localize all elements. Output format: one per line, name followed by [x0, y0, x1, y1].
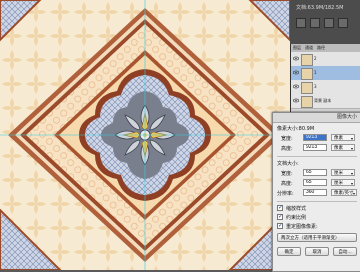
- resample-label: 重定图像像素:: [286, 224, 318, 230]
- width-label: 宽度:: [281, 136, 293, 142]
- layer-thumbnail: [301, 54, 313, 66]
- cancel-button[interactable]: 取消: [305, 247, 329, 256]
- layer-name: 3: [314, 84, 317, 89]
- doc-width-unit-select[interactable]: 厘米: [331, 169, 355, 177]
- doc-height-label: 高度:: [281, 181, 293, 187]
- tab-paths[interactable]: 路径: [315, 44, 327, 52]
- auto-button[interactable]: 自动...: [333, 247, 357, 256]
- layer-name: 背景 副本: [314, 98, 332, 103]
- layer-name: 2: [314, 56, 317, 61]
- doc-width-label: 宽度:: [281, 171, 293, 177]
- layers-panel: 图层 通道 路径 2 1 3 背景 副本: [290, 44, 360, 112]
- tile-artwork: [0, 0, 290, 270]
- constrain-proportions-checkbox[interactable]: [277, 213, 283, 220]
- doc-size-readout: 文档:63.9M/182.5M: [296, 5, 344, 11]
- eye-icon[interactable]: [293, 70, 299, 75]
- dialog-title: 图像大小: [273, 113, 360, 123]
- document-canvas[interactable]: [0, 0, 290, 270]
- pixel-dimensions-label: 像素大小:80.9M: [277, 126, 315, 132]
- layer-row[interactable]: 2: [291, 52, 360, 67]
- resolution-input[interactable]: [303, 189, 327, 196]
- panel-header-strip: 文档:63.9M/182.5M: [290, 0, 360, 44]
- pixel-height-input[interactable]: [303, 144, 327, 151]
- swatches-icon[interactable]: [324, 18, 334, 28]
- doc-height-unit-select[interactable]: 厘米: [331, 179, 355, 187]
- resolution-unit-select[interactable]: 像素/英寸: [331, 189, 357, 197]
- scale-styles-label: 缩放样式: [286, 206, 307, 212]
- doc-height-input[interactable]: [303, 179, 327, 186]
- resolution-label: 分辨率:: [277, 191, 294, 197]
- pixel-height-unit-select[interactable]: 像素: [331, 144, 355, 152]
- adjustments-icon[interactable]: [310, 18, 320, 28]
- layer-thumbnail: [301, 82, 313, 94]
- doc-width-input[interactable]: [303, 169, 327, 176]
- layers-panel-tabs: 图层 通道 路径: [291, 44, 360, 52]
- image-size-dialog: 图像大小 像素大小:80.9M 宽度: 像素 高度: 像素 文档大小: 宽度: …: [272, 112, 360, 272]
- ok-button[interactable]: 确定: [277, 247, 301, 256]
- document-size-label: 文档大小:: [277, 161, 299, 167]
- tab-channels[interactable]: 通道: [303, 44, 315, 52]
- eye-icon[interactable]: [293, 56, 299, 61]
- history-icon[interactable]: [296, 18, 306, 28]
- layer-thumbnail: [301, 68, 313, 80]
- scale-styles-checkbox[interactable]: [277, 204, 283, 211]
- constrain-proportions-label: 约束比例: [286, 215, 307, 221]
- pixel-width-unit-select[interactable]: 像素: [331, 134, 355, 142]
- divider: [277, 201, 357, 202]
- divider: [277, 156, 357, 157]
- color-icon[interactable]: [338, 18, 348, 28]
- height-label: 高度:: [281, 146, 293, 152]
- tab-layers[interactable]: 图层: [291, 44, 303, 52]
- resample-checkbox[interactable]: [277, 222, 283, 229]
- eye-icon[interactable]: [293, 84, 299, 89]
- layer-row[interactable]: 3: [291, 80, 360, 95]
- layer-row[interactable]: 背景 副本: [291, 94, 360, 109]
- pixel-width-input[interactable]: [303, 134, 327, 141]
- resample-method-select[interactable]: 两次立方（适用于平滑渐变）: [277, 233, 357, 242]
- eye-icon[interactable]: [293, 98, 299, 103]
- layer-row[interactable]: 1: [291, 66, 360, 81]
- layer-thumbnail: [301, 96, 313, 108]
- layer-name: 1: [314, 70, 317, 75]
